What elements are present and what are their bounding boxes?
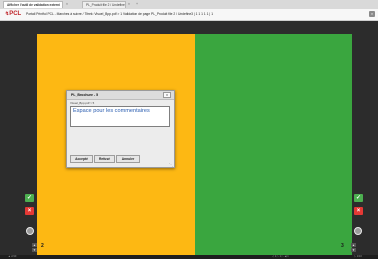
approve-right-button[interactable]: ✓ <box>354 194 363 202</box>
comment-dialog: PL_Brochure - 5 x Visuel_Bpp.pdf > 5 Esp… <box>66 90 175 168</box>
logo-text: PCL <box>9 11 22 17</box>
browser-tab-label: Afficher l'outil de validation externi <box>7 3 61 7</box>
approve-left-button[interactable]: ✓ <box>25 194 34 202</box>
tab-close-glyph: × <box>128 2 131 6</box>
dialog-header[interactable]: PL_Brochure - 5 x <box>67 91 174 100</box>
accept-button[interactable]: Accepté <box>70 155 93 163</box>
dialog-title: PL_Brochure - 5 <box>71 93 99 97</box>
scroll-up-right-icon[interactable]: ▲ <box>351 243 356 247</box>
tab-close-glyph: × <box>66 2 69 6</box>
comment-left-icon[interactable] <box>26 227 34 235</box>
browser-tab-active[interactable]: Afficher l'outil de validation externi <box>3 1 63 8</box>
dialog-button-bar: Accepté Refusé Annuler <box>67 154 174 166</box>
browser-tab[interactable]: PL_Produit file 2 / Undefine <box>82 1 126 8</box>
close-icon[interactable]: × <box>369 11 375 17</box>
new-tab-icon[interactable]: + <box>136 1 138 8</box>
scroll-up-left-icon[interactable]: ▲ <box>32 243 37 247</box>
tab-close-icon[interactable]: × <box>128 1 130 8</box>
dialog-close-button[interactable]: x <box>163 92 171 98</box>
reject-right-button[interactable]: × <box>354 207 363 215</box>
page-right[interactable] <box>195 34 352 259</box>
page-number-right: 3 <box>341 243 344 249</box>
page-title: Portail Printful PCL - Marches à suivre … <box>26 12 214 16</box>
reject-left-button[interactable]: × <box>25 207 34 215</box>
cancel-button[interactable]: Annuler <box>116 155 140 163</box>
new-tab-glyph: + <box>136 2 139 6</box>
close-glyph: × <box>370 11 374 16</box>
status-bar <box>0 255 378 259</box>
footer-pagination[interactable]: ◁ 1 ▷ 1 ▷ ◀ 1 <box>272 255 289 259</box>
scroll-down-left-icon[interactable]: ▼ <box>32 248 37 252</box>
app-logo: ↯PCL <box>5 10 21 19</box>
scroll-down-right-icon[interactable]: ▼ <box>351 248 356 252</box>
refuse-button[interactable]: Refusé <box>94 155 115 163</box>
resize-handle-icon[interactable]: ⋱ <box>169 162 173 167</box>
comment-textarea[interactable]: Espace pour les commentaires <box>70 106 170 127</box>
dialog-subtitle: Visuel_Bpp.pdf > 5 <box>70 101 95 105</box>
footer-left-text: ▲ 2/10 <box>8 255 17 258</box>
tab-close-icon[interactable]: × <box>66 1 68 8</box>
footer-right-text: ▷ 1/10 <box>354 255 362 258</box>
comment-right-icon[interactable] <box>354 227 362 235</box>
page-number-left: 2 <box>41 243 44 249</box>
browser-tab-label: PL_Produit file 2 / Undefine <box>86 3 125 7</box>
